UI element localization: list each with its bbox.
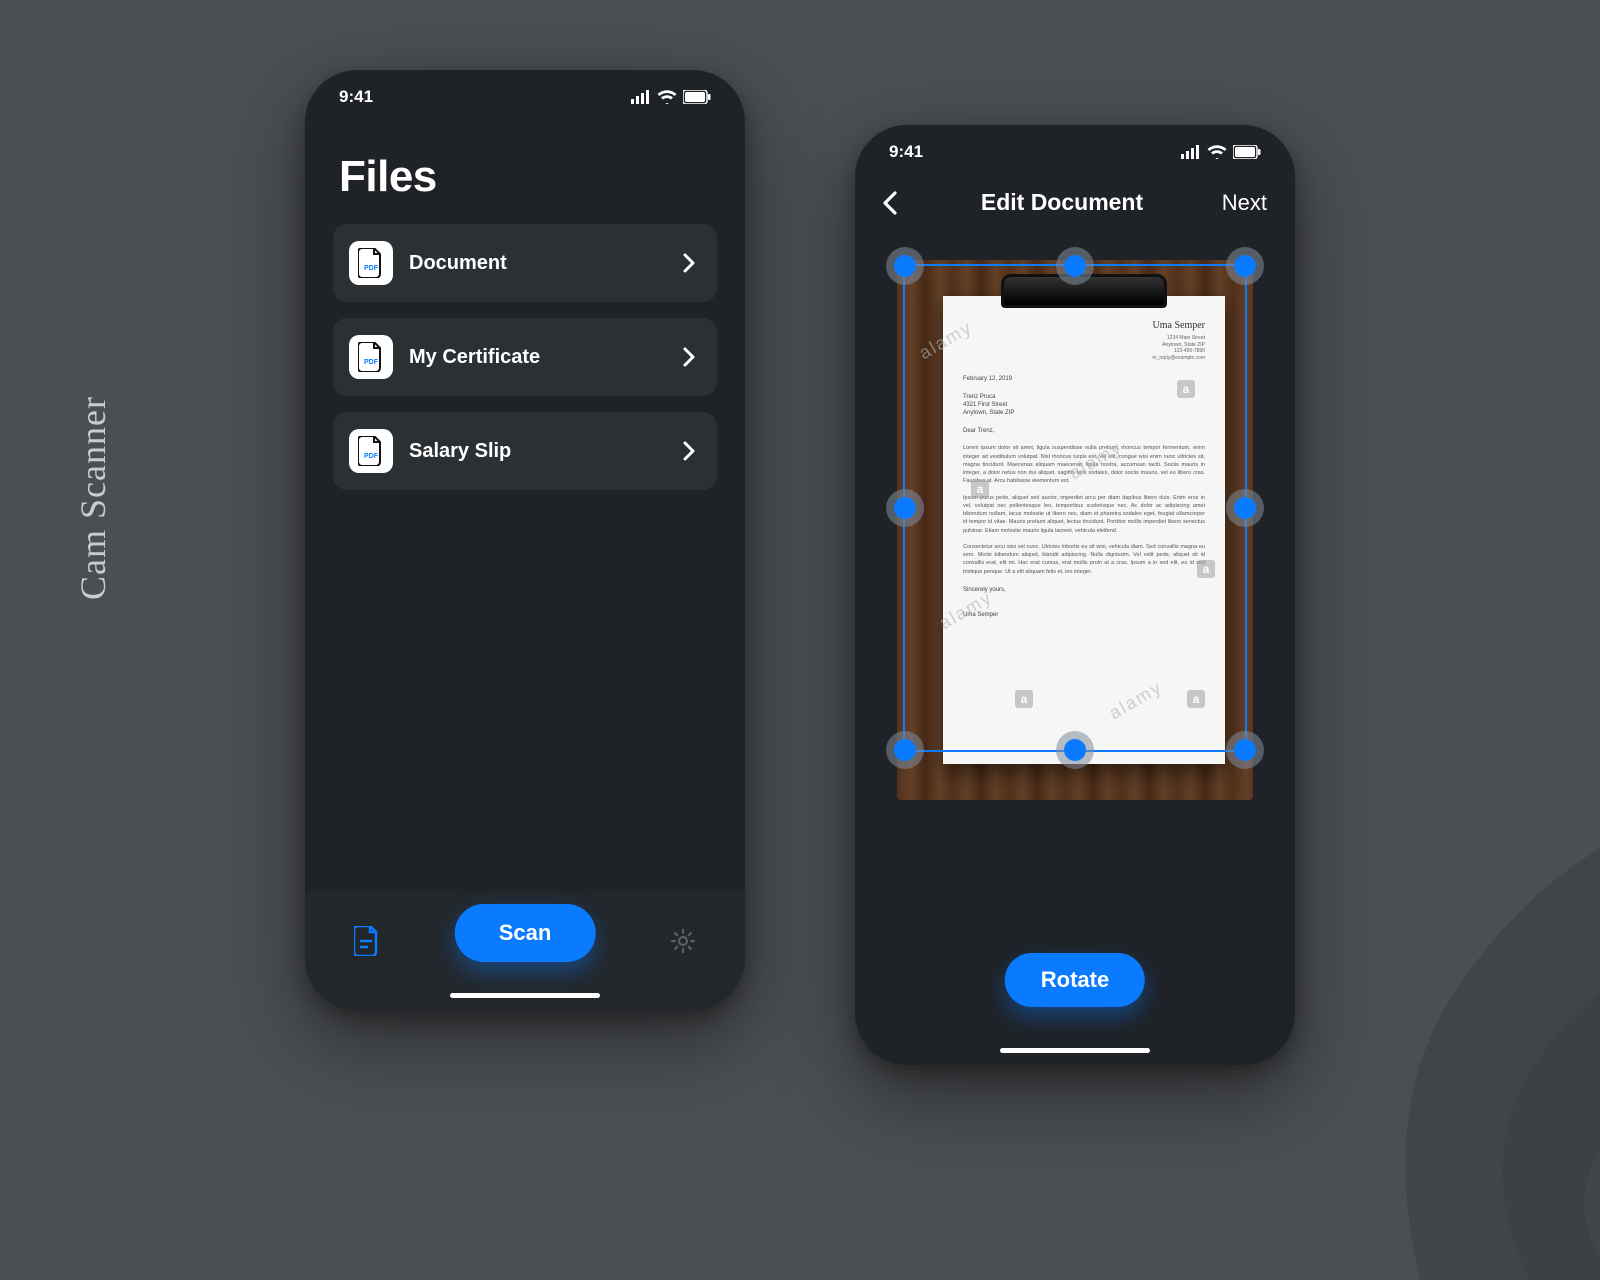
svg-text:PDF: PDF	[364, 265, 379, 272]
file-item-certificate[interactable]: PDF My Certificate	[333, 318, 717, 396]
crop-handle-ml[interactable]	[894, 497, 916, 519]
wifi-icon	[1207, 145, 1227, 159]
nav-files-icon[interactable]	[353, 927, 381, 955]
svg-text:PDF: PDF	[364, 453, 379, 460]
scanned-document: Uma Semper 1234 Main Street Anytown, Sta…	[943, 296, 1225, 764]
crop-handle-tc[interactable]	[1064, 255, 1086, 277]
chevron-left-icon	[883, 191, 897, 215]
pdf-file-icon: PDF	[349, 335, 393, 379]
file-label: Document	[409, 252, 667, 275]
file-item-document[interactable]: PDF Document	[333, 224, 717, 302]
wifi-icon	[657, 90, 677, 104]
svg-text:PDF: PDF	[364, 359, 379, 366]
back-button[interactable]	[883, 191, 917, 215]
chevron-right-icon	[683, 347, 695, 367]
document-crop-area[interactable]: Uma Semper 1234 Main Street Anytown, Sta…	[897, 260, 1253, 800]
phone-files-screen: 9:41 Files PDF Document PDF M	[305, 70, 745, 1010]
battery-icon	[683, 90, 711, 104]
pdf-file-icon: PDF	[349, 429, 393, 473]
edit-header: Edit Document Next	[855, 179, 1295, 232]
file-list: PDF Document PDF My Certificate PDF Sala…	[305, 224, 745, 490]
crop-handle-bl[interactable]	[894, 739, 916, 761]
status-icons	[631, 90, 711, 104]
file-label: Salary Slip	[409, 440, 667, 463]
crop-handle-bc[interactable]	[1064, 739, 1086, 761]
signal-icon	[631, 90, 651, 104]
chevron-right-icon	[683, 441, 695, 461]
phone-edit-screen: 9:41 Edit Document Next Uma Semper 1234 …	[855, 125, 1295, 1065]
rotate-button[interactable]: Rotate	[1005, 953, 1145, 1007]
pdf-file-icon: PDF	[349, 241, 393, 285]
status-icons	[1181, 145, 1261, 159]
status-time: 9:41	[889, 142, 923, 162]
status-bar: 9:41	[855, 125, 1295, 179]
nav-settings-icon[interactable]	[669, 927, 697, 955]
status-time: 9:41	[339, 87, 373, 107]
page-title: Files	[339, 152, 711, 202]
next-button[interactable]: Next	[1207, 190, 1267, 216]
crop-handle-mr[interactable]	[1234, 497, 1256, 519]
status-bar: 9:41	[305, 70, 745, 124]
crop-handle-br[interactable]	[1234, 739, 1256, 761]
signal-icon	[1181, 145, 1201, 159]
home-indicator[interactable]	[1000, 1048, 1150, 1053]
file-item-salaryslip[interactable]: PDF Salary Slip	[333, 412, 717, 490]
letter-content: Uma Semper 1234 Main Street Anytown, Sta…	[963, 318, 1205, 744]
home-indicator[interactable]	[450, 993, 600, 998]
file-label: My Certificate	[409, 346, 667, 369]
battery-icon	[1233, 145, 1261, 159]
chevron-right-icon	[683, 253, 695, 273]
edit-title: Edit Document	[981, 189, 1143, 216]
letter-name: Uma Semper	[963, 318, 1205, 333]
scan-button[interactable]: Scan	[455, 904, 596, 962]
crop-handle-tr[interactable]	[1234, 255, 1256, 277]
crop-handle-tl[interactable]	[894, 255, 916, 277]
